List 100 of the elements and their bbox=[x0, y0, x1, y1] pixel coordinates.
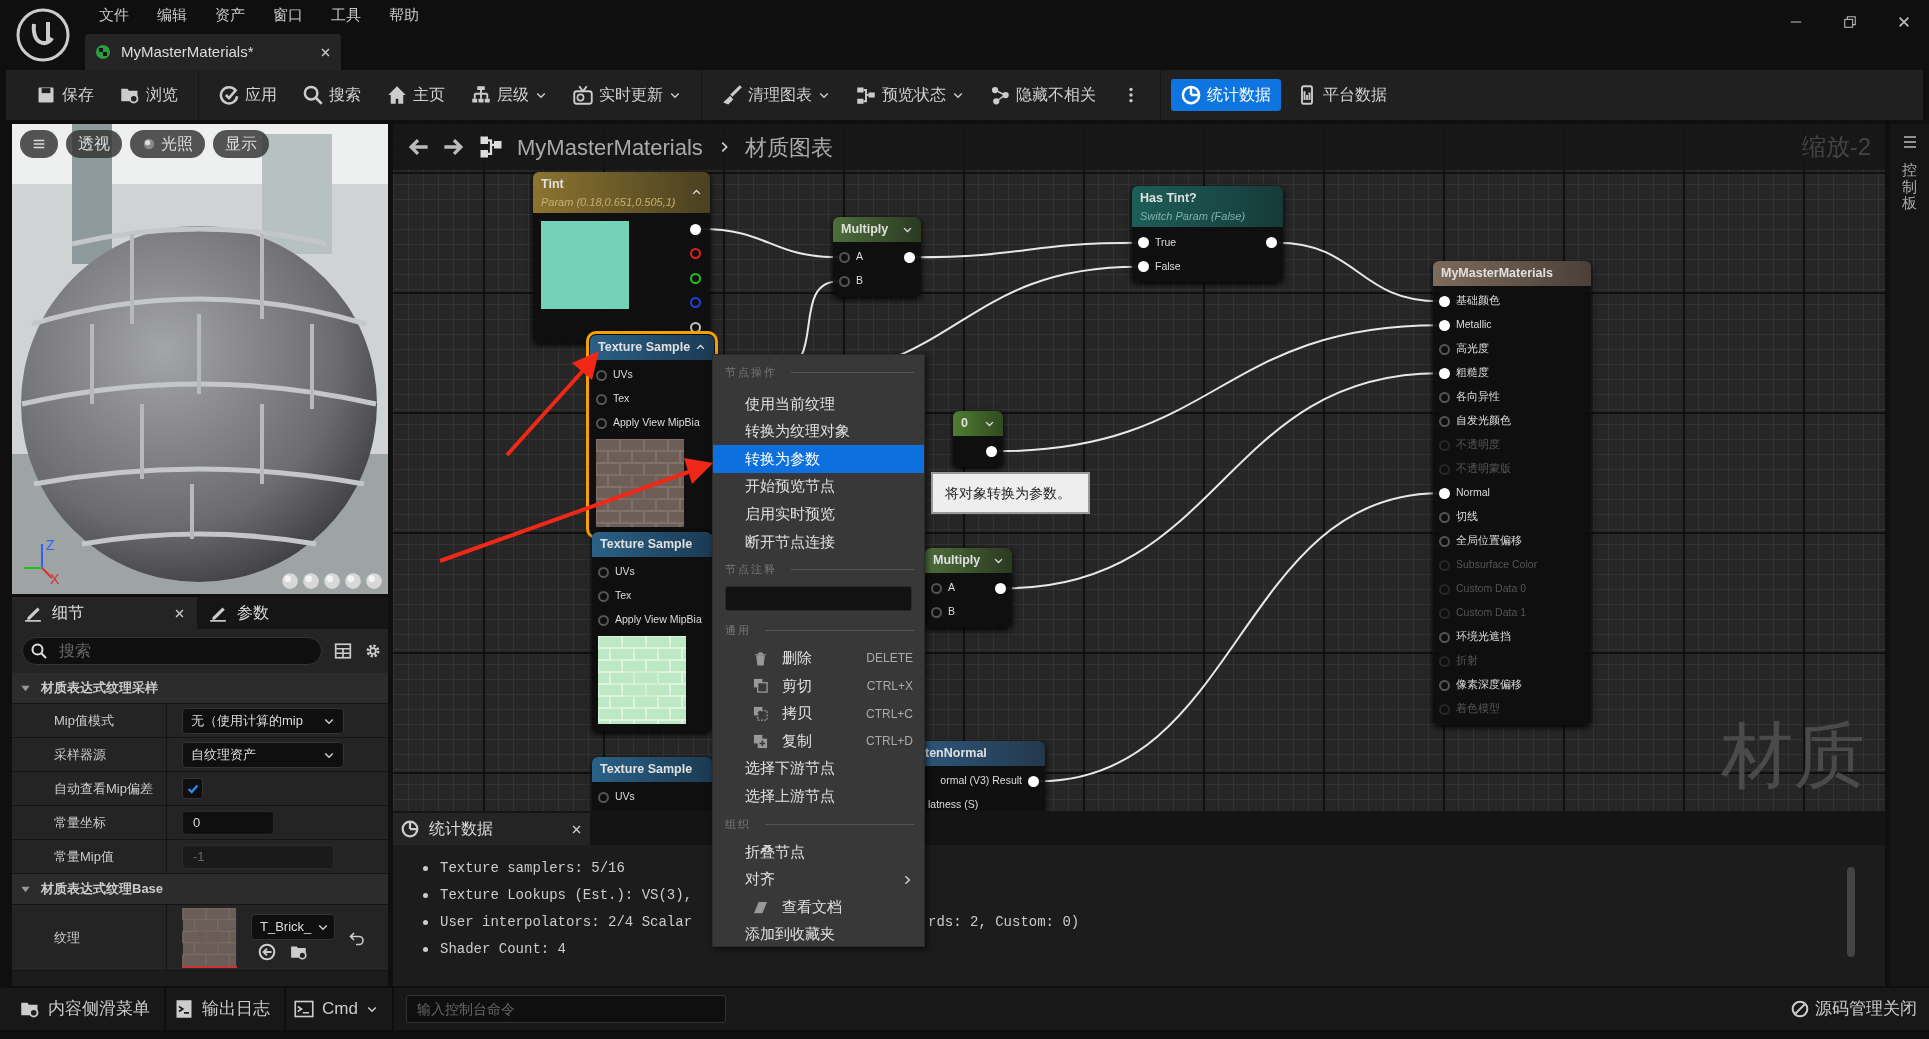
toolbar-button[interactable]: 实时更新 bbox=[563, 79, 691, 111]
close-icon[interactable] bbox=[174, 607, 185, 619]
stat-line: Shader Count: 4 bbox=[440, 940, 567, 959]
menu-item[interactable]: 添加到收藏夹 bbox=[713, 920, 924, 949]
close-icon[interactable] bbox=[320, 46, 331, 58]
pin-label: 粗糙度 bbox=[1456, 365, 1489, 381]
menu-item[interactable]: 使用当前纹理 bbox=[713, 390, 924, 418]
pin-label: True bbox=[1155, 234, 1177, 250]
pin-label: Apply View MipBia bbox=[615, 612, 702, 628]
menu-item[interactable]: 窗口 bbox=[259, 3, 317, 27]
number-field[interactable]: 0 bbox=[182, 810, 274, 835]
pin-label: UVs bbox=[615, 564, 635, 580]
toolbar-button[interactable]: 保存 bbox=[26, 79, 104, 111]
toolbar-button[interactable]: 隐藏不相关 bbox=[980, 79, 1106, 111]
nodes-icon bbox=[856, 85, 876, 105]
tooltip: 将对象转换为参数。 bbox=[931, 472, 1090, 514]
logo-icon bbox=[15, 8, 70, 62]
menu-item[interactable]: 文件 bbox=[85, 3, 143, 27]
breadcrumb-link[interactable]: 材质图表 bbox=[744, 130, 833, 164]
table-icon[interactable] bbox=[334, 642, 352, 660]
toolbar-button[interactable]: 清理图表 bbox=[712, 79, 840, 111]
folder-search-icon[interactable] bbox=[290, 943, 308, 962]
graph-node[interactable]: Multiply A B bbox=[833, 217, 921, 297]
scrollbar[interactable] bbox=[1847, 867, 1855, 957]
list-icon[interactable] bbox=[1901, 134, 1918, 150]
close-icon[interactable] bbox=[571, 823, 582, 835]
side-tab[interactable]: 控制板 bbox=[1902, 162, 1917, 212]
bullet-icon bbox=[423, 866, 428, 871]
node-title: 0 bbox=[961, 415, 968, 432]
node-subtitle: Param (0.18,0.651,0.505,1) bbox=[541, 194, 676, 210]
console-field[interactable]: 输入控制台命令 bbox=[405, 995, 726, 1023]
pin-label: A bbox=[856, 249, 863, 265]
property-label: 常量Mip值 bbox=[12, 840, 167, 873]
panel-tab[interactable]: 统计数据 bbox=[393, 813, 590, 845]
panel-tab[interactable]: 参数 bbox=[197, 597, 382, 629]
graph-node[interactable]: Tint Param (0.18,0.651,0.505,1) bbox=[533, 172, 710, 343]
section-title: 材质表达式纹理采样 bbox=[41, 679, 158, 698]
toolbar-button[interactable]: 主页 bbox=[377, 79, 455, 111]
pin-label: 着色模型 bbox=[1456, 701, 1500, 717]
node-title: MyMasterMaterials bbox=[1441, 265, 1553, 282]
menu-item[interactable]: 帮助 bbox=[375, 3, 433, 27]
search-field[interactable]: 搜索 bbox=[22, 637, 322, 665]
reset-icon[interactable] bbox=[349, 929, 365, 946]
panel-tab[interactable]: 细节 bbox=[12, 597, 197, 629]
pin-icon[interactable] bbox=[689, 272, 701, 284]
menu-item[interactable]: 对齐 bbox=[713, 865, 924, 894]
breadcrumb-link[interactable]: MyMasterMaterials bbox=[517, 130, 703, 164]
toolbar-button[interactable]: 应用 bbox=[209, 79, 287, 111]
menu-item[interactable]: 工具 bbox=[317, 3, 375, 27]
pin-label: 切线 bbox=[1456, 509, 1478, 525]
menu-item[interactable]: 资产 bbox=[201, 3, 259, 27]
toolbar-button[interactable]: 浏览 bbox=[110, 79, 188, 111]
node-title: Multiply bbox=[933, 552, 981, 569]
tab-title: MyMasterMaterials* bbox=[121, 41, 255, 62]
dropdown[interactable]: 自纹理资产 bbox=[182, 741, 344, 768]
restore-icon[interactable] bbox=[1843, 14, 1857, 29]
menu-item[interactable]: 断开节点连接 bbox=[713, 527, 924, 556]
stat-line: Texture Lookups (Est.): VS(3), bbox=[440, 886, 693, 905]
menu-item[interactable]: 查看文档 bbox=[713, 893, 924, 921]
menu-item[interactable]: 删除 DELETE bbox=[713, 644, 924, 673]
status-button[interactable]: 内容侧滑菜单 bbox=[12, 988, 166, 1030]
settings-icon[interactable] bbox=[364, 642, 382, 660]
checkbox[interactable] bbox=[182, 778, 203, 799]
source-control-button[interactable]: 源码管理关闭 bbox=[1785, 995, 1923, 1023]
menu-item[interactable]: 折叠节点 bbox=[713, 838, 924, 866]
toolbar-button[interactable]: 统计数据 bbox=[1171, 79, 1281, 111]
pencil-icon bbox=[24, 604, 42, 622]
graph-node[interactable]: Multiply A B bbox=[925, 548, 1012, 628]
menu-item[interactable]: 开始预览节点 bbox=[713, 472, 924, 501]
status-button[interactable]: 输出日志 bbox=[166, 988, 286, 1030]
menu-item[interactable]: 拷贝 CTRL+C bbox=[713, 699, 924, 728]
pin-label: Apply View MipBia bbox=[613, 415, 700, 431]
toolbar-button[interactable]: 搜索 bbox=[293, 79, 371, 111]
menu-item[interactable]: 编辑 bbox=[143, 3, 201, 27]
search-icon bbox=[303, 85, 323, 105]
stat-line: rds: 2, Custom: 0) bbox=[928, 913, 1080, 932]
toolbar-button[interactable]: 预览状态 bbox=[846, 79, 974, 111]
section-title: 材质表达式纹理Base bbox=[41, 880, 164, 899]
asset-dropdown[interactable]: T_Brick_ bbox=[251, 913, 335, 940]
viewport-button[interactable]: 透视 bbox=[66, 130, 122, 158]
toolbar-button[interactable]: 层级 bbox=[461, 79, 557, 111]
menu-item[interactable]: 启用实时预览 bbox=[713, 500, 924, 528]
viewport-button[interactable]: 光照 bbox=[130, 130, 205, 158]
dropdown[interactable]: 无（使用计算的mip bbox=[182, 707, 344, 734]
toolbar-button[interactable]: 平台数据 bbox=[1287, 79, 1397, 111]
menu-item[interactable]: 转换为纹理对象 bbox=[713, 417, 924, 446]
circle-icon bbox=[142, 137, 156, 151]
viewport-button[interactable]: 显示 bbox=[213, 130, 269, 158]
menu-item[interactable]: 转换为参数 bbox=[713, 445, 924, 473]
comment-field[interactable] bbox=[725, 585, 912, 611]
use-selected-icon[interactable] bbox=[258, 943, 276, 962]
document-tab[interactable]: MyMasterMaterials* bbox=[85, 34, 341, 70]
graph-node[interactable]: Texture Sample UVs bbox=[592, 757, 712, 811]
graph-node[interactable]: 0 bbox=[953, 411, 1003, 467]
graph-canvas[interactable] bbox=[393, 124, 1885, 811]
graph-watermark: 材质 bbox=[1721, 719, 1865, 791]
pin-label: 高光度 bbox=[1456, 341, 1489, 357]
menu-item[interactable]: 剪切 CTRL+X bbox=[713, 672, 924, 700]
close-icon[interactable] bbox=[1897, 14, 1911, 29]
cmd-dropdown[interactable]: Cmd bbox=[286, 988, 394, 1030]
